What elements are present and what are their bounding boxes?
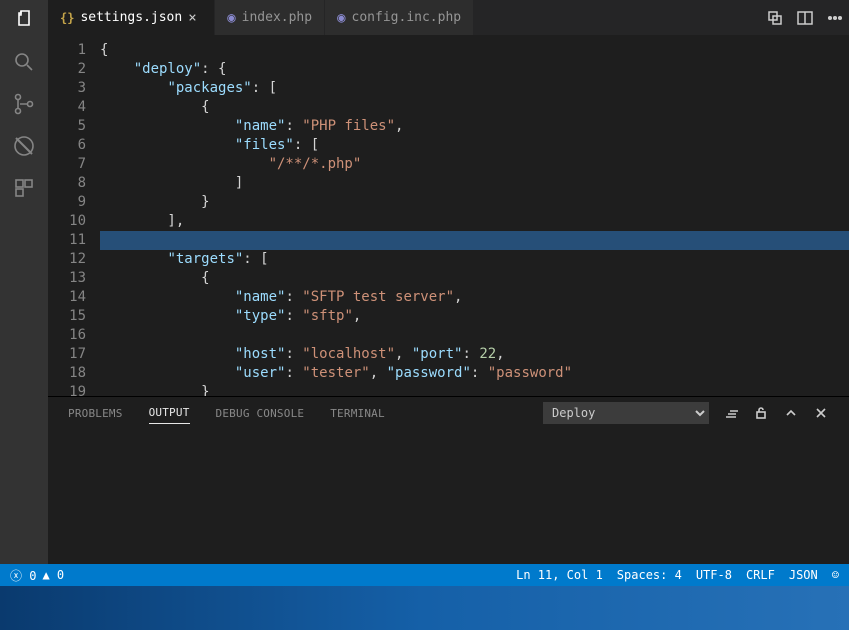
lock-scroll-icon[interactable]: [753, 405, 769, 421]
explorer-icon[interactable]: [12, 8, 36, 32]
tab-settings-json[interactable]: {} settings.json ×: [48, 0, 215, 35]
language-mode[interactable]: JSON: [789, 568, 818, 582]
warnings-count[interactable]: ▲ 0: [42, 568, 64, 582]
encoding[interactable]: UTF-8: [696, 568, 732, 582]
panel-tab-output[interactable]: OUTPUT: [149, 406, 190, 424]
status-bar: ⓧ 0 ▲ 0 Ln 11, Col 1 Spaces: 4 UTF-8 CRL…: [0, 564, 849, 586]
eol[interactable]: CRLF: [746, 568, 775, 582]
search-icon[interactable]: [12, 50, 36, 74]
panel-tab-terminal[interactable]: TERMINAL: [330, 407, 385, 420]
close-icon[interactable]: ×: [188, 11, 202, 25]
tab-config-inc-php[interactable]: ◉ config.inc.php: [325, 0, 474, 35]
source-control-icon[interactable]: [12, 92, 36, 116]
close-panel-icon[interactable]: [813, 405, 829, 421]
panel-tab-debug-console[interactable]: DEBUG CONSOLE: [216, 407, 305, 420]
indentation[interactable]: Spaces: 4: [617, 568, 682, 582]
activity-bar: [0, 0, 48, 564]
line-gutter: 12345678910111213141516171819: [48, 35, 100, 396]
maximize-panel-icon[interactable]: [783, 405, 799, 421]
editor-tabs: {} settings.json × ◉ index.php ◉ config.…: [48, 0, 849, 35]
code-area[interactable]: { "deploy": { "packages": [ { "name": "P…: [100, 35, 849, 396]
split-editor-icon[interactable]: [797, 10, 813, 26]
tab-index-php[interactable]: ◉ index.php: [215, 0, 325, 35]
tab-label: config.inc.php: [352, 10, 462, 25]
cursor-position[interactable]: Ln 11, Col 1: [516, 568, 603, 582]
debug-icon[interactable]: [12, 134, 36, 158]
panel-tab-problems[interactable]: PROBLEMS: [68, 407, 123, 420]
more-icon[interactable]: [827, 10, 843, 26]
tab-label: index.php: [242, 10, 312, 25]
windows-taskbar: [0, 586, 849, 630]
errors-count[interactable]: ⓧ 0: [10, 567, 36, 584]
output-channel-select[interactable]: Deploy: [543, 402, 709, 424]
open-changes-icon[interactable]: [767, 10, 783, 26]
bottom-panel: PROBLEMS OUTPUT DEBUG CONSOLE TERMINAL D…: [48, 396, 849, 564]
feedback-icon[interactable]: ☺: [832, 568, 839, 582]
tab-label: settings.json: [80, 10, 182, 25]
clear-output-icon[interactable]: [723, 405, 739, 421]
json-icon: {}: [60, 11, 74, 25]
extensions-icon[interactable]: [12, 176, 36, 200]
code-editor[interactable]: 12345678910111213141516171819 { "deploy"…: [48, 35, 849, 396]
php-icon: ◉: [227, 10, 235, 26]
php-icon: ◉: [337, 10, 345, 26]
